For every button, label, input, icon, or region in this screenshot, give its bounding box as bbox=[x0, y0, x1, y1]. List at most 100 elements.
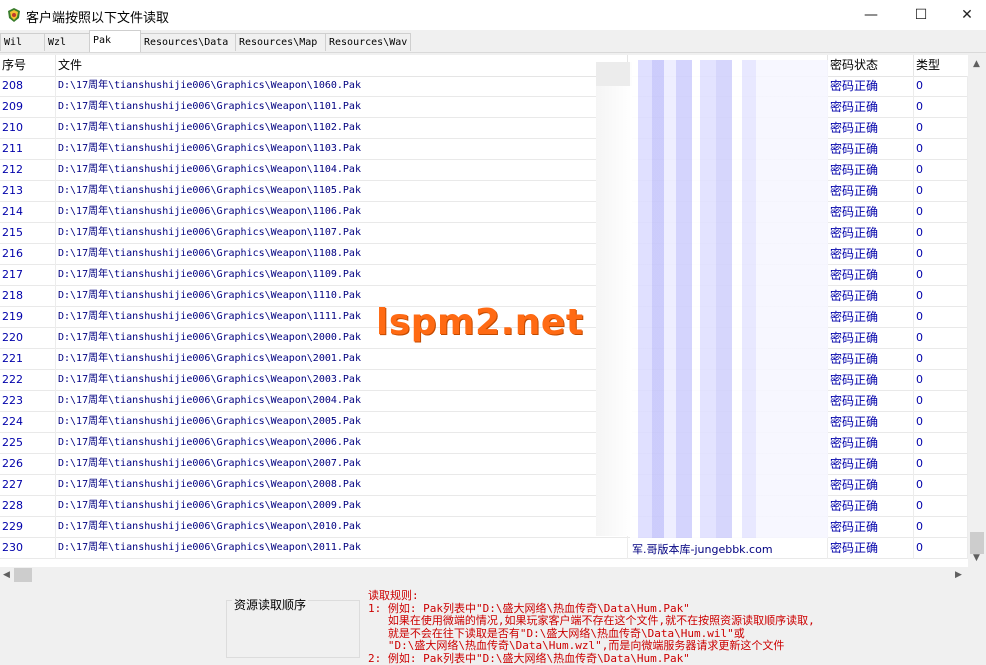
row-file: D:\17周年\tianshushijie006\Graphics\Weapon… bbox=[56, 538, 628, 559]
minimize-button[interactable]: — bbox=[848, 0, 894, 30]
resource-order-label: 资源读取顺序 bbox=[232, 596, 308, 613]
maximize-button[interactable]: ☐ bbox=[898, 0, 944, 30]
watermark: lspm2.net bbox=[376, 302, 584, 343]
row-index: 227 bbox=[0, 475, 56, 496]
row-status: 密码正确 bbox=[828, 454, 914, 475]
row-index: 212 bbox=[0, 160, 56, 181]
row-index: 215 bbox=[0, 223, 56, 244]
row-file: D:\17周年\tianshushijie006\Graphics\Weapon… bbox=[56, 412, 628, 433]
row-type: 0 bbox=[914, 391, 968, 412]
tab-resources-data[interactable]: Resources\Data bbox=[140, 33, 236, 51]
row-type: 0 bbox=[914, 139, 968, 160]
row-type: 0 bbox=[914, 286, 968, 307]
row-status: 密码正确 bbox=[828, 475, 914, 496]
row-file: D:\17周年\tianshushijie006\Graphics\Weapon… bbox=[56, 475, 628, 496]
rules-line: "D:\盛大网络\热血传奇\Data\Hum.wzl",而是向微端服务器请求更新… bbox=[368, 640, 978, 653]
tab-pak[interactable]: Pak bbox=[89, 30, 141, 52]
row-file: D:\17周年\tianshushijie006\Graphics\Weapon… bbox=[56, 160, 628, 181]
row-type: 0 bbox=[914, 433, 968, 454]
row-status: 密码正确 bbox=[828, 370, 914, 391]
tab-wil[interactable]: Wil bbox=[0, 33, 45, 51]
row-file: D:\17周年\tianshushijie006\Graphics\Weapon… bbox=[56, 97, 628, 118]
row-status: 密码正确 bbox=[828, 76, 914, 97]
row-file: D:\17周年\tianshushijie006\Graphics\Weapon… bbox=[56, 454, 628, 475]
horizontal-scroll-thumb[interactable] bbox=[14, 568, 32, 582]
row-index: 213 bbox=[0, 181, 56, 202]
row-index: 222 bbox=[0, 370, 56, 391]
row-type: 0 bbox=[914, 223, 968, 244]
row-type: 0 bbox=[914, 349, 968, 370]
tab-resources-wav[interactable]: Resources\Wav bbox=[325, 33, 411, 51]
row-type: 0 bbox=[914, 265, 968, 286]
minimize-icon: — bbox=[864, 7, 878, 23]
header-status[interactable]: 密码状态 bbox=[828, 55, 914, 76]
header-type[interactable]: 类型 bbox=[914, 55, 968, 76]
row-file: D:\17周年\tianshushijie006\Graphics\Weapon… bbox=[56, 391, 628, 412]
row-index: 221 bbox=[0, 349, 56, 370]
row-file: D:\17周年\tianshushijie006\Graphics\Weapon… bbox=[56, 265, 628, 286]
app-icon bbox=[6, 7, 22, 23]
row-file: D:\17周年\tianshushijie006\Graphics\Weapon… bbox=[56, 349, 628, 370]
row-status: 密码正确 bbox=[828, 97, 914, 118]
row-status: 密码正确 bbox=[828, 139, 914, 160]
row-type: 0 bbox=[914, 475, 968, 496]
vertical-scroll-thumb[interactable] bbox=[970, 532, 984, 554]
row-type: 0 bbox=[914, 97, 968, 118]
row-type: 0 bbox=[914, 496, 968, 517]
row-type: 0 bbox=[914, 328, 968, 349]
row-status: 密码正确 bbox=[828, 307, 914, 328]
row-type: 0 bbox=[914, 160, 968, 181]
row-type: 0 bbox=[914, 202, 968, 223]
row-type: 0 bbox=[914, 412, 968, 433]
row-file: D:\17周年\tianshushijie006\Graphics\Weapon… bbox=[56, 118, 628, 139]
row-index: 220 bbox=[0, 328, 56, 349]
header-file[interactable]: 文件 bbox=[56, 55, 628, 76]
row-type: 0 bbox=[914, 538, 968, 559]
row-status: 密码正确 bbox=[828, 538, 914, 559]
scroll-up-icon[interactable]: ▲ bbox=[973, 59, 980, 69]
row-type: 0 bbox=[914, 307, 968, 328]
rules-line: 2: 例如: Pak列表中"D:\盛大网络\热血传奇\Data\Hum.Pak" bbox=[368, 653, 978, 665]
row-status: 密码正确 bbox=[828, 160, 914, 181]
row-status: 密码正确 bbox=[828, 349, 914, 370]
tab-resources-map[interactable]: Resources\Map bbox=[235, 33, 326, 51]
window-title: 客户端按照以下文件读取 bbox=[26, 7, 169, 26]
tab-strip: Wil Wzl Pak Resources\Data Resources\Map… bbox=[0, 30, 986, 53]
horizontal-scrollbar[interactable]: ◀ ▶ bbox=[0, 567, 968, 584]
row-index: 214 bbox=[0, 202, 56, 223]
row-status: 密码正确 bbox=[828, 181, 914, 202]
row-type: 0 bbox=[914, 517, 968, 538]
header-index[interactable]: 序号 bbox=[0, 55, 56, 76]
row-status: 密码正确 bbox=[828, 496, 914, 517]
row-index: 230 bbox=[0, 538, 56, 559]
row-file: D:\17周年\tianshushijie006\Graphics\Weapon… bbox=[56, 496, 628, 517]
row-file: D:\17周年\tianshushijie006\Graphics\Weapon… bbox=[56, 433, 628, 454]
rules-line: 如果在使用微端的情况,如果玩家客户端不存在这个文件,就不在按照资源读取顺序读取, bbox=[368, 615, 978, 628]
row-file: D:\17周年\tianshushijie006\Graphics\Weapon… bbox=[56, 181, 628, 202]
row-index: 228 bbox=[0, 496, 56, 517]
row-index: 224 bbox=[0, 412, 56, 433]
rules-line: 读取规则: bbox=[368, 590, 978, 603]
row-status: 密码正确 bbox=[828, 286, 914, 307]
scroll-left-icon[interactable]: ◀ bbox=[3, 570, 10, 580]
row-status: 密码正确 bbox=[828, 328, 914, 349]
row-index: 218 bbox=[0, 286, 56, 307]
row-type: 0 bbox=[914, 244, 968, 265]
table-row[interactable]: 230D:\17周年\tianshushijie006\Graphics\Wea… bbox=[0, 538, 968, 559]
row-status: 密码正确 bbox=[828, 118, 914, 139]
row-type: 0 bbox=[914, 118, 968, 139]
row-type: 0 bbox=[914, 76, 968, 97]
row-type: 0 bbox=[914, 454, 968, 475]
row-index: 219 bbox=[0, 307, 56, 328]
vertical-scrollbar[interactable]: ▲ ▼ bbox=[968, 55, 986, 567]
scroll-down-icon[interactable]: ▼ bbox=[973, 553, 980, 563]
row-status: 密码正确 bbox=[828, 202, 914, 223]
row-file: D:\17周年\tianshushijie006\Graphics\Weapon… bbox=[56, 517, 628, 538]
close-button[interactable]: ✕ bbox=[944, 0, 986, 30]
redaction-left bbox=[596, 86, 632, 536]
row-file: D:\17周年\tianshushijie006\Graphics\Weapon… bbox=[56, 370, 628, 391]
tab-wzl[interactable]: Wzl bbox=[44, 33, 90, 51]
row-status: 密码正确 bbox=[828, 265, 914, 286]
scroll-right-icon[interactable]: ▶ bbox=[955, 570, 962, 580]
password-redaction bbox=[630, 60, 828, 538]
